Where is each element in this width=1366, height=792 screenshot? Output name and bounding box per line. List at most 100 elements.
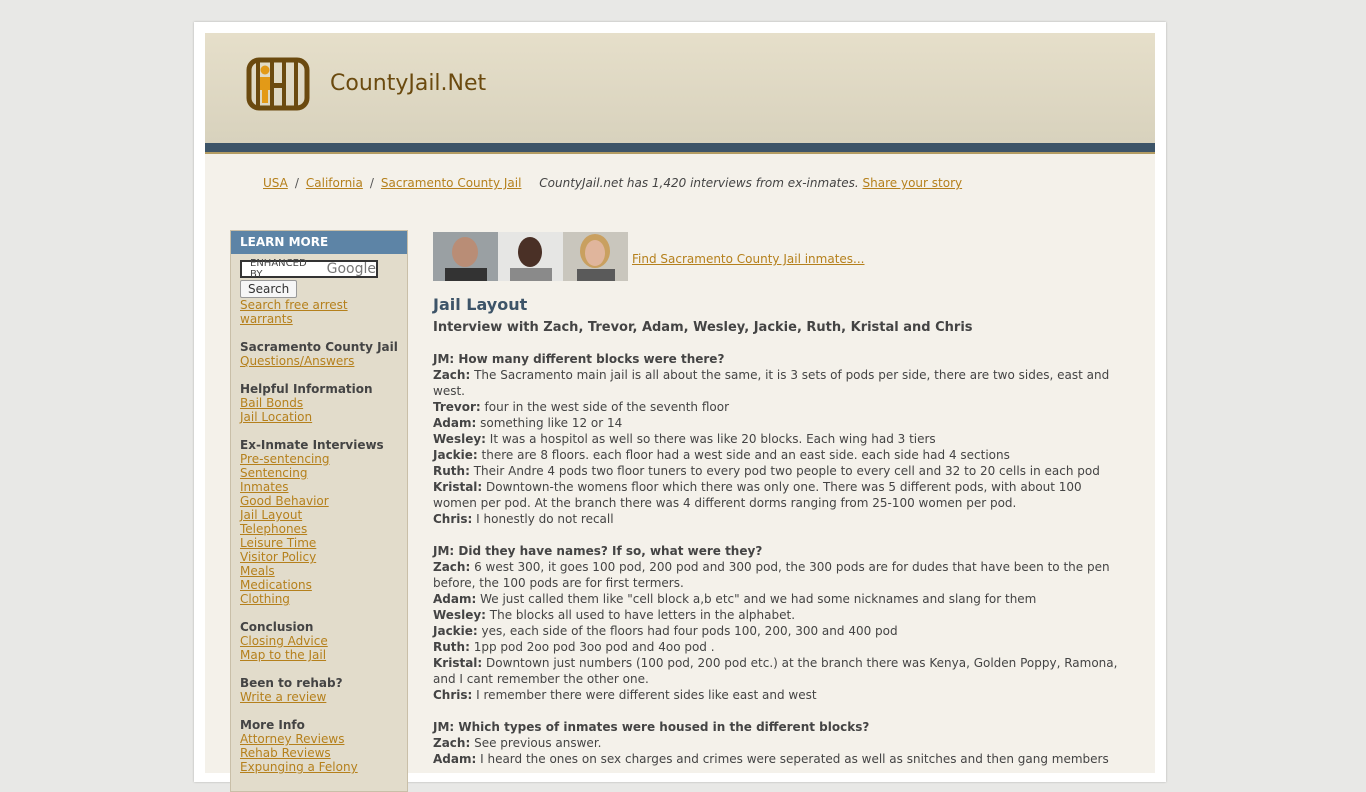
breadcrumb: USA / California / Sacramento County Jail Co…: [263, 176, 962, 190]
breadcrumb-separator: /: [294, 176, 299, 190]
jail-cell-icon[interactable]: [246, 57, 310, 111]
sidebar-link[interactable]: Expunging a Felony: [240, 760, 398, 774]
mugshot-strip: Find Sacramento County Jail inmates...: [433, 232, 1123, 281]
google-search-input[interactable]: ENHANCED BY Google: [240, 258, 378, 280]
sidebar-link[interactable]: Clothing: [240, 592, 398, 606]
interview-count-note: CountyJail.net has 1,420 interviews from…: [539, 176, 859, 190]
header-bar: [205, 143, 1155, 152]
sidebar-group: More Info Attorney Reviews Rehab Reviews Ex…: [240, 718, 398, 774]
answer: Adam: something like 12 or 14: [433, 415, 1123, 431]
answer: Trevor: four in the west side of the sev…: [433, 399, 1123, 415]
answer: Chris: I remember there were different s…: [433, 687, 1123, 703]
answer-speaker: Kristal:: [433, 656, 483, 670]
answer-text: something like 12 or 14: [480, 416, 623, 430]
sidebar-link[interactable]: Telephones: [240, 522, 398, 536]
answer-speaker: Chris:: [433, 512, 473, 526]
warrants-link[interactable]: Search free arrest warrants: [240, 298, 398, 326]
sidebar-link[interactable]: Map to the Jail: [240, 648, 398, 662]
answer-text: Downtown-the womens floor which there wa…: [433, 480, 1082, 510]
answer: Ruth: Their Andre 4 pods two floor tuner…: [433, 463, 1123, 479]
sidebar-link[interactable]: Pre-sentencing: [240, 452, 398, 466]
answer: Zach: The Sacramento main jail is all ab…: [433, 367, 1123, 399]
answer-text: there are 8 floors. each floor had a wes…: [481, 448, 1010, 462]
answer-speaker: Jackie:: [433, 448, 478, 462]
sidebar-link[interactable]: Sentencing: [240, 466, 398, 480]
sidebar-group: Conclusion Closing Advice Map to the Jail: [240, 620, 398, 662]
answer: Wesley: It was a hospitol as well so the…: [433, 431, 1123, 447]
answer-text: Downtown just numbers (100 pod, 200 pod …: [433, 656, 1118, 686]
sidebar-group-title: Helpful Information: [240, 382, 373, 396]
google-logo: Google: [326, 261, 376, 277]
sidebar-link[interactable]: Bail Bonds: [240, 396, 398, 410]
site-name[interactable]: CountyJail.Net: [330, 71, 486, 96]
sidebar-link[interactable]: Attorney Reviews: [240, 732, 398, 746]
question: JM: Did they have names? If so, what wer…: [433, 544, 763, 558]
sidebar-link[interactable]: Good Behavior: [240, 494, 398, 508]
answer: Zach: 6 west 300, it goes 100 pod, 200 p…: [433, 559, 1123, 591]
qa-list: JM: How many different blocks were there…: [433, 351, 1123, 767]
sidebar-group-title: Ex-Inmate Interviews: [240, 438, 384, 452]
sidebar-group-title: Conclusion: [240, 620, 314, 634]
sidebar: LEARN MORE ENHANCED BY Google Search Sear…: [230, 230, 408, 792]
answer: Wesley: The blocks all used to have lett…: [433, 607, 1123, 623]
answer-speaker: Ruth:: [433, 640, 470, 654]
answer-text: It was a hospitol as well so there was l…: [489, 432, 936, 446]
sidebar-link[interactable]: Medications: [240, 578, 398, 592]
answer-text: I honestly do not recall: [476, 512, 614, 526]
sidebar-group: Ex-Inmate Interviews Pre-sentencing Senten…: [240, 438, 398, 606]
answer-speaker: Trevor:: [433, 400, 481, 414]
share-story-link[interactable]: Share your story: [863, 176, 963, 190]
main-content: Find Sacramento County Jail inmates... J…: [433, 232, 1123, 783]
google-badge-text: ENHANCED BY: [250, 258, 307, 280]
sidebar-link[interactable]: Rehab Reviews: [240, 746, 398, 760]
mugshot-image[interactable]: [433, 232, 498, 281]
interview-subtitle: Interview with Zach, Trevor, Adam, Wesle…: [433, 320, 973, 335]
question: JM: How many different blocks were there…: [433, 352, 725, 366]
answer-text: The Sacramento main jail is all about th…: [433, 368, 1110, 398]
mugshot-image[interactable]: [498, 232, 563, 281]
sidebar-link[interactable]: Visitor Policy: [240, 550, 398, 564]
answer-text: The blocks all used to have letters in t…: [489, 608, 796, 622]
answer-speaker: Adam:: [433, 752, 477, 766]
answer-text: yes, each side of the floors had four po…: [481, 624, 898, 638]
breadcrumb-usa[interactable]: USA: [263, 176, 288, 190]
sidebar-group-title: Sacramento County Jail: [240, 340, 398, 354]
answer-speaker: Adam:: [433, 416, 477, 430]
answer: Kristal: Downtown just numbers (100 pod,…: [433, 655, 1123, 687]
sidebar-link[interactable]: Inmates: [240, 480, 398, 494]
answer-speaker: Wesley:: [433, 608, 486, 622]
sidebar-link[interactable]: Jail Location: [240, 410, 398, 424]
sidebar-link[interactable]: Questions/Answers: [240, 354, 398, 368]
breadcrumb-county-jail[interactable]: Sacramento County Jail: [381, 176, 522, 190]
find-inmates-link[interactable]: Find Sacramento County Jail inmates...: [632, 252, 865, 266]
answer: Adam: I heard the ones on sex charges an…: [433, 751, 1123, 767]
answer-text: We just called them like "cell block a,b…: [480, 592, 1037, 606]
answer: Jackie: there are 8 floors. each floor h…: [433, 447, 1123, 463]
sidebar-link[interactable]: Meals: [240, 564, 398, 578]
answer-speaker: Chris:: [433, 688, 473, 702]
qa-block: JM: Did they have names? If so, what wer…: [433, 543, 1123, 703]
page-title: Jail Layout: [433, 295, 528, 314]
answer-text: I remember there were different sides li…: [476, 688, 817, 702]
search-button[interactable]: Search: [240, 280, 298, 298]
answer-speaker: Kristal:: [433, 480, 483, 494]
qa-block: JM: Which types of inmates were housed i…: [433, 719, 1123, 767]
answer-speaker: Wesley:: [433, 432, 486, 446]
sidebar-link[interactable]: Leisure Time: [240, 536, 398, 550]
sidebar-link[interactable]: Jail Layout: [240, 508, 398, 522]
question: JM: Which types of inmates were housed i…: [433, 720, 870, 734]
answer-text: 1pp pod 2oo pod 3oo pod and 4oo pod .: [473, 640, 715, 654]
answer: Chris: I honestly do not recall: [433, 511, 1123, 527]
page: CountyJail.Net USA / California / Sacramento…: [205, 33, 1155, 792]
answer-speaker: Ruth:: [433, 464, 470, 478]
sidebar-groups: Sacramento County Jail Questions/Answers H…: [240, 340, 398, 774]
answer-speaker: Zach:: [433, 368, 471, 382]
sidebar-link[interactable]: Write a review: [240, 690, 398, 704]
breadcrumb-california[interactable]: California: [306, 176, 363, 190]
answer-speaker: Zach:: [433, 736, 471, 750]
mugshot-image[interactable]: [563, 232, 628, 281]
sidebar-group: Helpful Information Bail Bonds Jail Locati…: [240, 382, 398, 424]
answer-speaker: Zach:: [433, 560, 471, 574]
sidebar-link[interactable]: Closing Advice: [240, 634, 398, 648]
answer-text: 6 west 300, it goes 100 pod, 200 pod and…: [433, 560, 1110, 590]
